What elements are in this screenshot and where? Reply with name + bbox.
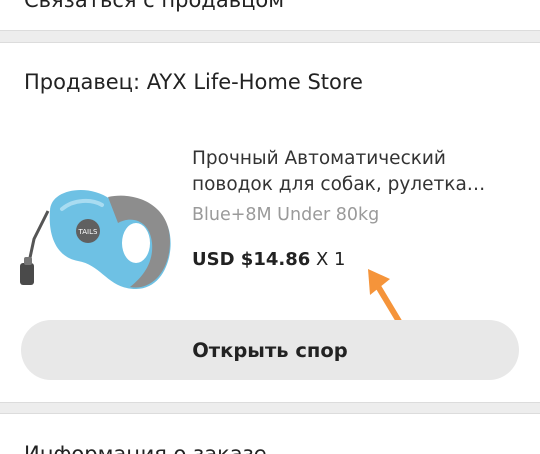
price-row: USD $14.86 X 1 <box>192 249 512 270</box>
product-image[interactable]: TAILS <box>18 139 180 301</box>
order-info-label: Информация о заказе <box>24 442 267 454</box>
product-info[interactable]: Прочный Автоматический поводок для собак… <box>192 146 512 270</box>
order-detail-page: Связаться с продавцом Продавец: AYX Life… <box>0 0 540 454</box>
product-price: USD $14.86 <box>192 249 311 270</box>
product-title[interactable]: Прочный Автоматический поводок для собак… <box>192 146 512 198</box>
contact-seller-card[interactable]: Связаться с продавцом <box>0 0 540 31</box>
svg-text:TAILS: TAILS <box>78 228 98 236</box>
seller-order-card: Продавец: AYX Life-Home Store TAILS Проч… <box>0 42 540 403</box>
order-info-card[interactable]: Информация о заказе <box>0 413 540 454</box>
product-quantity: X 1 <box>315 249 346 270</box>
contact-seller-link[interactable]: Связаться с продавцом <box>24 0 284 12</box>
seller-name[interactable]: Продавец: AYX Life-Home Store <box>24 70 363 94</box>
open-dispute-button[interactable]: Открыть спор <box>21 320 519 380</box>
product-variant: Blue+8M Under 80kg <box>192 205 380 225</box>
